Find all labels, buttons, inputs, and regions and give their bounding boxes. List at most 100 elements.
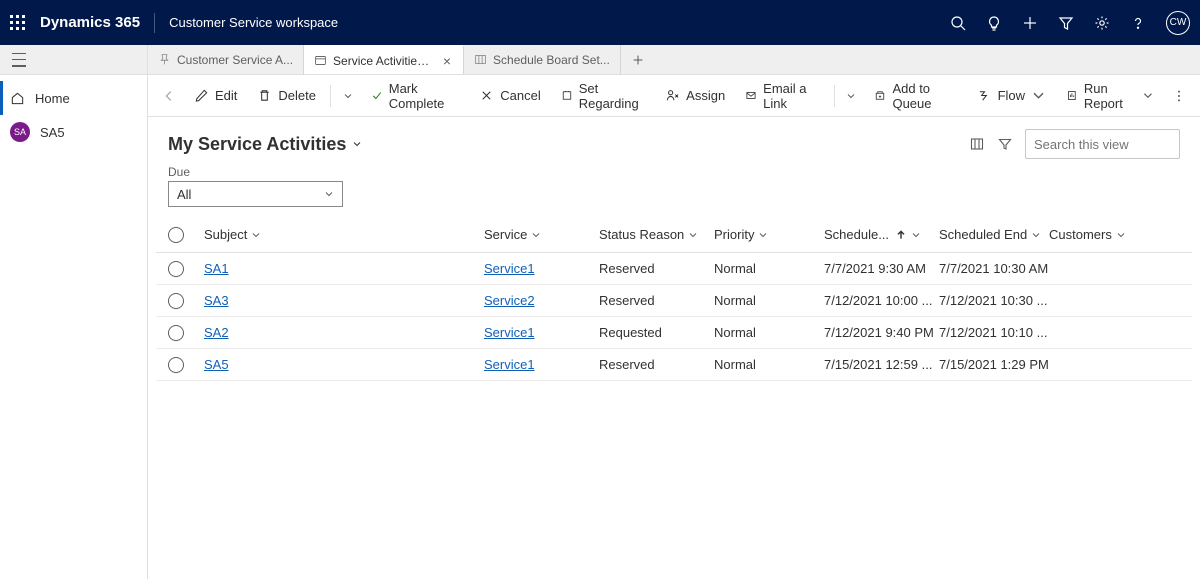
board-icon [474, 53, 487, 66]
email-dropdown[interactable] [840, 80, 862, 112]
tab-service-activities[interactable]: Service Activities My Ser... × [304, 45, 464, 74]
nav-sa5-label: SA5 [40, 125, 65, 140]
cmd-label: Add to Queue [892, 81, 956, 111]
filter-label: Due [168, 165, 343, 179]
flow-button[interactable]: Flow [969, 80, 1054, 112]
end-cell: 7/15/2021 1:29 PM [939, 357, 1049, 372]
service-link[interactable]: Service2 [484, 293, 535, 308]
mark-complete-button[interactable]: Mark Complete [363, 80, 468, 112]
column-scheduled-start[interactable]: Schedule... [824, 227, 939, 242]
lightbulb-icon[interactable] [986, 15, 1002, 31]
column-subject[interactable]: Subject [204, 227, 484, 242]
status-cell: Reserved [599, 357, 714, 372]
nav-sa5[interactable]: SA SA5 [0, 115, 147, 149]
separator [834, 85, 835, 107]
pencil-icon [194, 88, 209, 103]
column-status[interactable]: Status Reason [599, 227, 714, 242]
cmd-label: Email a Link [763, 81, 819, 111]
cmd-label: Mark Complete [389, 81, 460, 111]
column-scheduled-end[interactable]: Scheduled End [939, 227, 1049, 242]
mail-icon [745, 88, 757, 103]
run-report-button[interactable]: Run Report [1058, 80, 1162, 112]
table-row[interactable]: SA3Service2ReservedNormal7/12/2021 10:00… [156, 285, 1192, 317]
delete-button[interactable]: Delete [249, 80, 324, 112]
plus-icon[interactable] [1022, 15, 1038, 31]
delete-dropdown[interactable] [337, 80, 359, 112]
column-priority[interactable]: Priority [714, 227, 824, 242]
start-cell: 7/15/2021 12:59 ... [824, 357, 939, 372]
assign-icon [665, 88, 680, 103]
view-selector[interactable]: My Service Activities [168, 134, 362, 155]
set-regarding-button[interactable]: Set Regarding [553, 80, 653, 112]
priority-cell: Normal [714, 293, 824, 308]
status-cell: Reserved [599, 261, 714, 276]
cmd-label: Flow [998, 88, 1025, 103]
column-customers[interactable]: Customers [1049, 227, 1149, 242]
filter-toggle-icon[interactable] [997, 136, 1013, 152]
search-icon[interactable] [950, 15, 966, 31]
filter-icon[interactable] [1058, 15, 1074, 31]
row-checkbox[interactable] [168, 261, 184, 277]
separator [330, 85, 331, 107]
priority-cell: Normal [714, 261, 824, 276]
cancel-button[interactable]: Cancel [471, 80, 548, 112]
view-search[interactable] [1025, 129, 1180, 159]
row-checkbox[interactable] [168, 357, 184, 373]
cmd-label: Set Regarding [579, 81, 645, 111]
subject-link[interactable]: SA5 [204, 357, 229, 372]
add-to-queue-button[interactable]: Add to Queue [866, 80, 964, 112]
user-avatar[interactable]: CW [1166, 11, 1190, 35]
end-cell: 7/12/2021 10:10 ... [939, 325, 1049, 340]
table-row[interactable]: SA2Service1RequestedNormal7/12/2021 9:40… [156, 317, 1192, 349]
x-icon [479, 88, 494, 103]
start-cell: 7/7/2021 9:30 AM [824, 261, 939, 276]
regarding-icon [561, 88, 573, 103]
gear-icon[interactable] [1094, 15, 1110, 31]
due-filter-select[interactable]: All [168, 181, 343, 207]
command-bar: Edit Delete Mark Complete Cancel [148, 75, 1200, 117]
table-row[interactable]: SA5 Service1 ReservedNormal7/15/2021 12:59… [156, 349, 1192, 381]
help-icon[interactable] [1130, 15, 1146, 31]
left-nav: Home SA SA5 [0, 75, 148, 579]
priority-cell: Normal [714, 357, 824, 372]
home-icon [10, 91, 25, 106]
table-row[interactable]: SA1 Service1 ReservedNormal7/7/2021 9:30 A… [156, 253, 1192, 285]
priority-cell: Normal [714, 325, 824, 340]
overflow-button[interactable] [1166, 80, 1192, 112]
new-tab-button[interactable] [621, 45, 655, 74]
view-header: My Service Activities [148, 117, 1200, 165]
service-link[interactable]: Service1 [484, 261, 535, 276]
subject-link[interactable]: SA1 [204, 261, 229, 276]
queue-icon [874, 88, 886, 103]
tab-schedule-board[interactable]: Schedule Board Set... [464, 45, 621, 74]
email-link-button[interactable]: Email a Link [737, 80, 827, 112]
cmd-label: Delete [278, 88, 316, 103]
tab-label: Customer Service A... [177, 53, 293, 67]
cmd-label: Run Report [1084, 81, 1136, 111]
start-cell: 7/12/2021 10:00 ... [824, 293, 939, 308]
service-link[interactable]: Service1 [484, 325, 535, 340]
tab-label: Schedule Board Set... [493, 53, 610, 67]
app-launcher-icon[interactable] [10, 15, 26, 31]
edit-columns-icon[interactable] [969, 136, 985, 152]
tab-customer-service[interactable]: Customer Service A... [148, 45, 304, 74]
nav-home[interactable]: Home [0, 81, 147, 115]
row-checkbox[interactable] [168, 325, 184, 341]
nav-toggle-icon[interactable] [12, 53, 28, 67]
search-input[interactable] [1034, 137, 1200, 152]
subject-link[interactable]: SA2 [204, 325, 229, 340]
back-button[interactable] [156, 80, 182, 112]
start-cell: 7/12/2021 9:40 PM [824, 325, 939, 340]
service-link[interactable]: Service1 [484, 357, 535, 372]
edit-button[interactable]: Edit [186, 80, 245, 112]
column-service[interactable]: Service [484, 227, 599, 242]
close-icon[interactable]: × [441, 53, 453, 69]
select-all-checkbox[interactable] [168, 227, 184, 243]
assign-button[interactable]: Assign [657, 80, 733, 112]
session-tabs: Customer Service A... Service Activities… [148, 45, 1200, 75]
end-cell: 7/7/2021 10:30 AM [939, 261, 1049, 276]
divider [154, 13, 155, 33]
subject-link[interactable]: SA3 [204, 293, 229, 308]
row-checkbox[interactable] [168, 293, 184, 309]
sort-asc-icon [895, 229, 907, 241]
